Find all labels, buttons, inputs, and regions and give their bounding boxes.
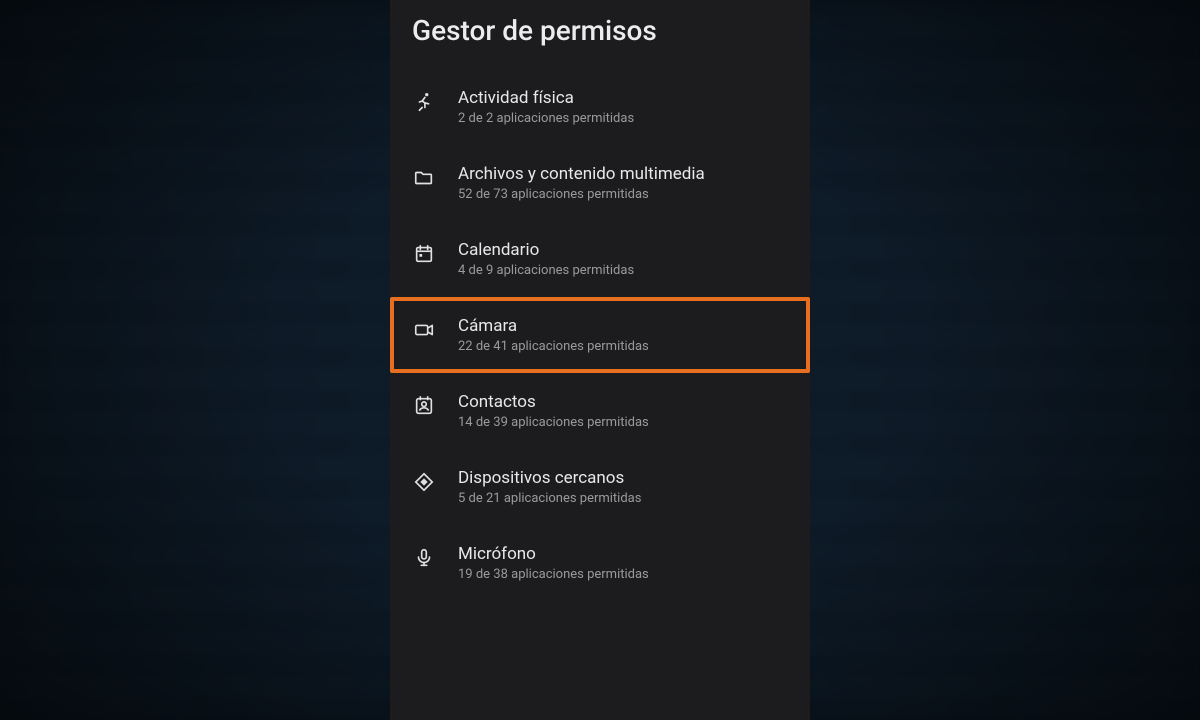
permission-label: Cámara: [458, 316, 649, 336]
nearby-icon: [412, 470, 436, 494]
permission-label: Contactos: [458, 392, 649, 412]
permission-text-group: Dispositivos cercanos 5 de 21 aplicacion…: [458, 468, 641, 506]
permission-item-contacts[interactable]: Contactos 14 de 39 aplicaciones permitid…: [390, 373, 810, 449]
permission-label: Micrófono: [458, 544, 649, 564]
permission-label: Actividad física: [458, 88, 634, 108]
permission-item-files[interactable]: Archivos y contenido multimedia 52 de 73…: [390, 145, 810, 221]
permission-subtitle: 5 de 21 aplicaciones permitidas: [458, 491, 641, 506]
permission-list: Actividad física 2 de 2 aplicaciones per…: [390, 69, 810, 601]
permission-label: Calendario: [458, 240, 634, 260]
camera-icon: [412, 318, 436, 342]
calendar-icon: [412, 242, 436, 266]
permission-text-group: Actividad física 2 de 2 aplicaciones per…: [458, 88, 634, 126]
permission-text-group: Calendario 4 de 9 aplicaciones permitida…: [458, 240, 634, 278]
folder-icon: [412, 166, 436, 190]
permission-text-group: Cámara 22 de 41 aplicaciones permitidas: [458, 316, 649, 354]
permission-item-camera[interactable]: Cámara 22 de 41 aplicaciones permitidas: [390, 297, 810, 373]
permission-label: Dispositivos cercanos: [458, 468, 641, 488]
permission-item-microphone[interactable]: Micrófono 19 de 38 aplicaciones permitid…: [390, 525, 810, 601]
permission-manager-panel: Gestor de permisos Actividad física 2 de…: [390, 0, 810, 720]
running-icon: [412, 90, 436, 114]
permission-subtitle: 19 de 38 aplicaciones permitidas: [458, 567, 649, 582]
permission-item-nearby[interactable]: Dispositivos cercanos 5 de 21 aplicacion…: [390, 449, 810, 525]
microphone-icon: [412, 546, 436, 570]
permission-subtitle: 14 de 39 aplicaciones permitidas: [458, 415, 649, 430]
permission-subtitle: 22 de 41 aplicaciones permitidas: [458, 339, 649, 354]
page-title: Gestor de permisos: [390, 8, 810, 69]
permission-subtitle: 52 de 73 aplicaciones permitidas: [458, 187, 705, 202]
permission-text-group: Archivos y contenido multimedia 52 de 73…: [458, 164, 705, 202]
permission-item-activity[interactable]: Actividad física 2 de 2 aplicaciones per…: [390, 69, 810, 145]
permission-text-group: Micrófono 19 de 38 aplicaciones permitid…: [458, 544, 649, 582]
contacts-icon: [412, 394, 436, 418]
permission-text-group: Contactos 14 de 39 aplicaciones permitid…: [458, 392, 649, 430]
permission-subtitle: 2 de 2 aplicaciones permitidas: [458, 111, 634, 126]
permission-item-calendar[interactable]: Calendario 4 de 9 aplicaciones permitida…: [390, 221, 810, 297]
permission-label: Archivos y contenido multimedia: [458, 164, 705, 184]
permission-subtitle: 4 de 9 aplicaciones permitidas: [458, 263, 634, 278]
